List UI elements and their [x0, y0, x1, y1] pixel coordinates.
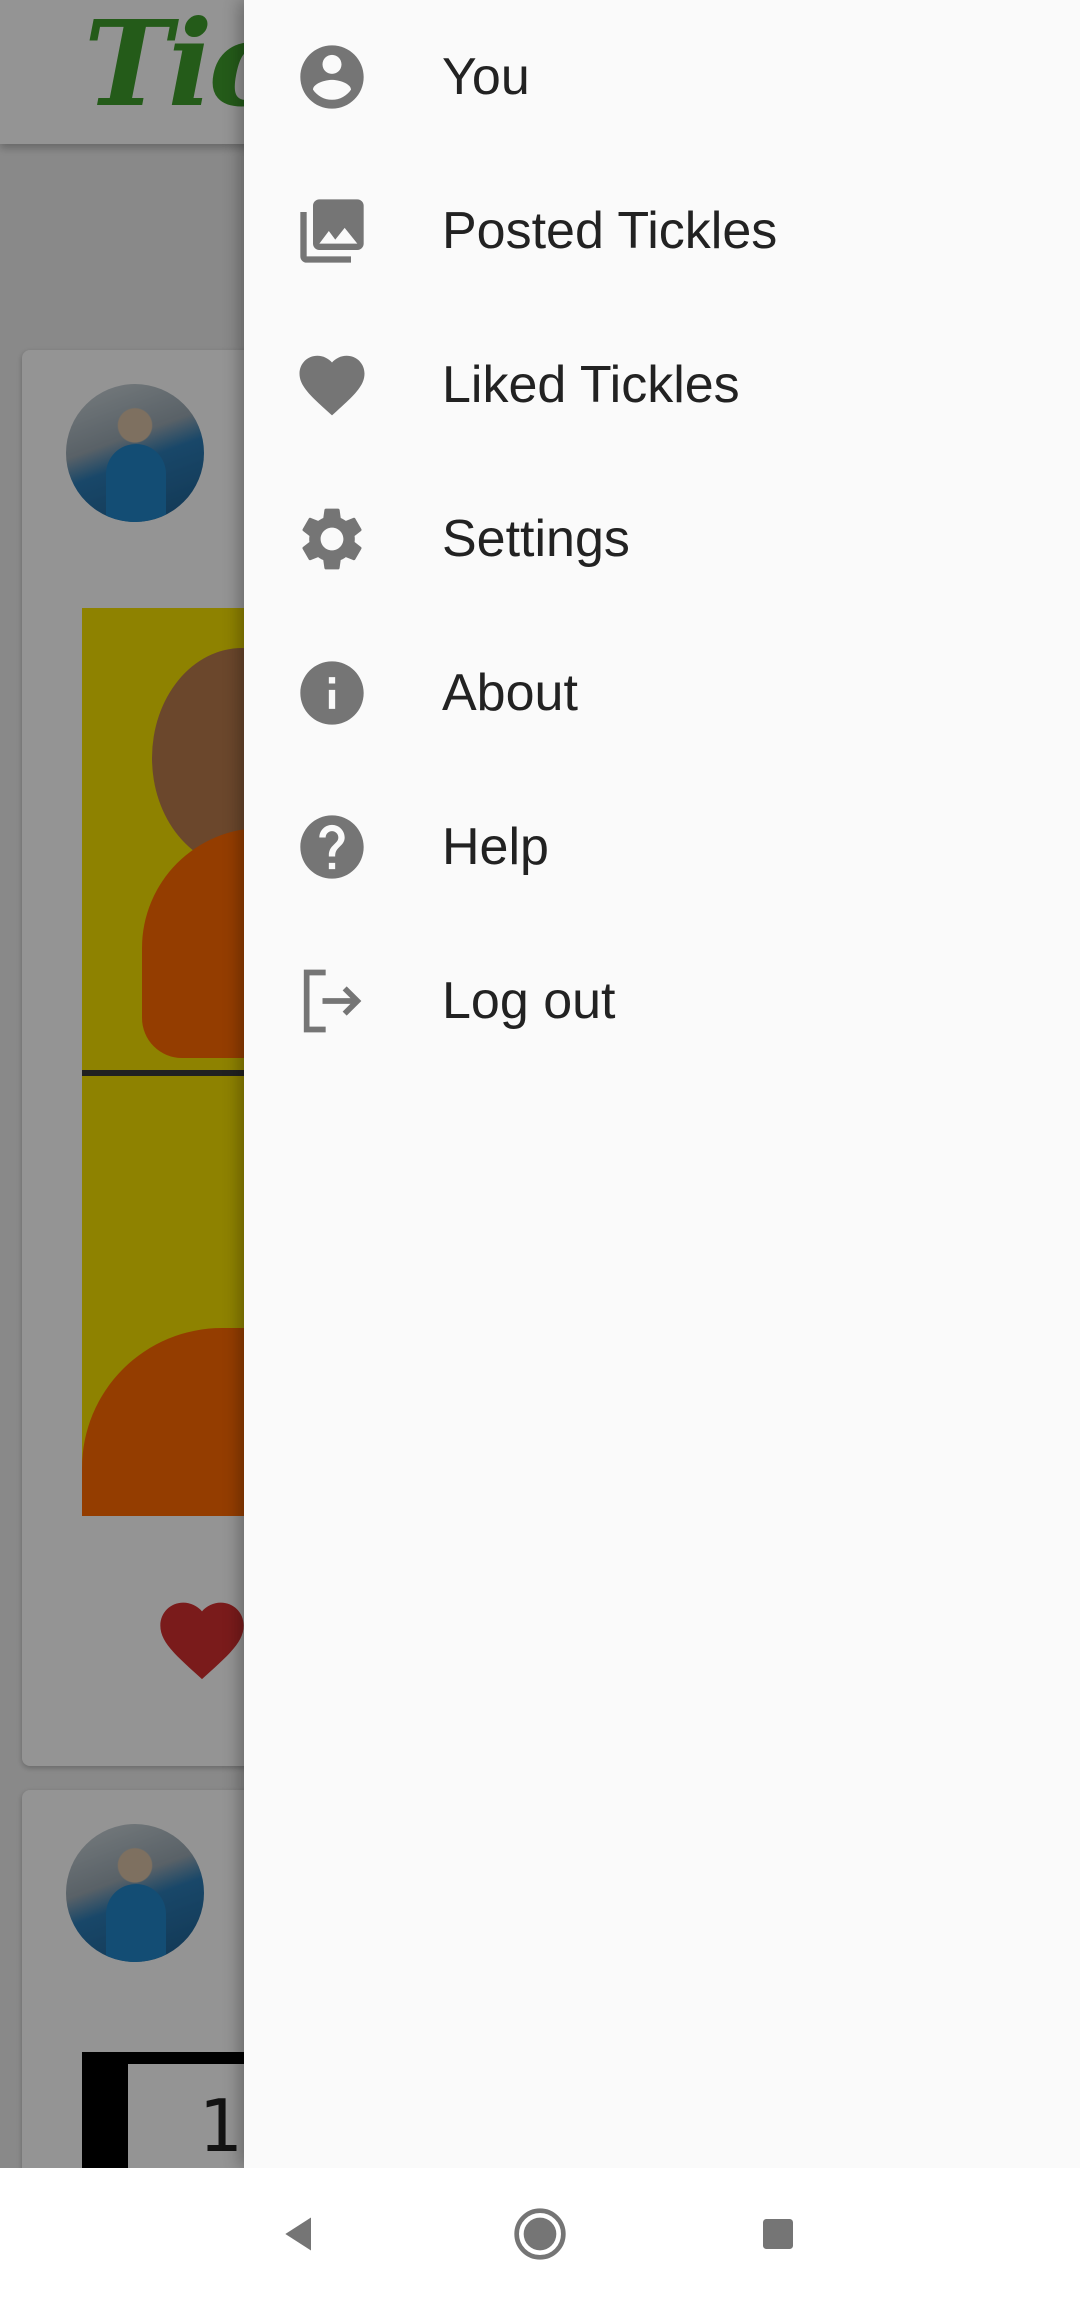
- drawer-item-label: About: [442, 664, 578, 722]
- drawer-item-label: Liked Tickles: [442, 356, 740, 414]
- drawer-item-liked-tickles[interactable]: Liked Tickles: [244, 308, 1080, 462]
- drawer-item-label: Settings: [442, 510, 630, 568]
- drawer-item-label: Posted Tickles: [442, 202, 778, 260]
- info-icon: [292, 653, 372, 733]
- drawer-item-label: You: [442, 48, 530, 106]
- drawer-item-settings[interactable]: Settings: [244, 462, 1080, 616]
- drawer-item-posted-tickles[interactable]: Posted Tickles: [244, 154, 1080, 308]
- back-icon: [285, 2217, 311, 2250]
- drawer-item-about[interactable]: About: [244, 616, 1080, 770]
- navigation-drawer: You Posted Tickles Liked Tickles Setting…: [244, 0, 1080, 2168]
- drawer-item-label: Log out: [442, 972, 616, 1030]
- account-circle-icon: [292, 37, 372, 117]
- help-icon: [292, 807, 372, 887]
- heart-icon: [292, 345, 372, 425]
- drawer-item-log-out[interactable]: Log out: [244, 924, 1080, 1078]
- back-button[interactable]: [240, 2168, 360, 2299]
- system-nav-bar: [0, 2168, 1080, 2299]
- logout-icon: [292, 961, 372, 1041]
- drawer-item-label: Help: [442, 818, 549, 876]
- recents-button[interactable]: [718, 2168, 838, 2299]
- drawer-item-help[interactable]: Help: [244, 770, 1080, 924]
- home-button[interactable]: [480, 2168, 600, 2299]
- photo-library-icon: [292, 191, 372, 271]
- home-icon: [514, 2207, 566, 2260]
- drawer-item-you[interactable]: You: [244, 0, 1080, 154]
- gear-icon: [292, 499, 372, 579]
- recents-icon: [763, 2218, 793, 2249]
